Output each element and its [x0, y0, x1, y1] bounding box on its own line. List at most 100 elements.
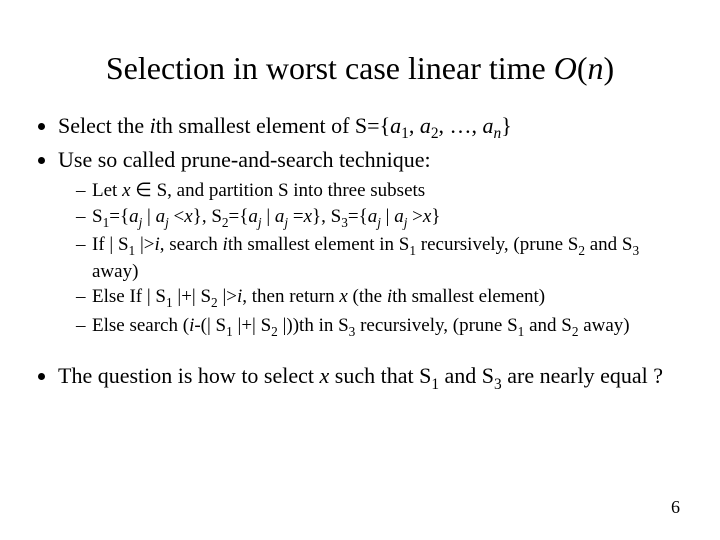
s2-a3: a	[248, 206, 258, 227]
s2-x1: x	[184, 206, 192, 227]
s4-s1: 1	[166, 295, 173, 310]
s3-s1b: 1	[409, 243, 416, 258]
s3-s2: 2	[578, 243, 585, 258]
b1-an: a	[483, 113, 494, 138]
sub-list: Let x ∈ S, and partition S into three su…	[58, 179, 690, 340]
s2-t12: >	[407, 206, 422, 227]
s3-t6: and S	[585, 234, 633, 255]
title-n: n	[587, 50, 603, 86]
page-number: 6	[671, 497, 680, 518]
s2-s1: 1	[103, 215, 110, 230]
title-open: (	[577, 50, 588, 86]
s5-t7: away)	[578, 315, 629, 336]
sub-1: Let x ∈ S, and partition S into three su…	[76, 179, 690, 203]
s2-a1: a	[129, 206, 139, 227]
b1-a2sub: 2	[431, 125, 439, 142]
b1-c2: , …,	[439, 113, 483, 138]
s2-t6: ={	[229, 206, 249, 227]
bullet-1: Select the ith smallest element of S={a1…	[58, 112, 690, 144]
s2-aj1: j	[139, 215, 143, 230]
b1-ansub: n	[494, 125, 502, 142]
s3-t3: , search	[160, 234, 223, 255]
s2-aj2: j	[165, 215, 169, 230]
b3-x: x	[320, 363, 330, 388]
s3-t4: th smallest element in S	[228, 234, 410, 255]
s2-t7: |	[262, 206, 275, 227]
sub-3: If | S1 |>i, search ith smallest element…	[76, 233, 690, 283]
s3-t2: |>	[135, 234, 154, 255]
s5-s2b: 2	[572, 324, 579, 339]
s5-t2: -(| S	[194, 315, 226, 336]
s4-t5: (the	[348, 286, 387, 307]
s2-x2: x	[304, 206, 312, 227]
bullet-list: Select the ith smallest element of S={a1…	[30, 112, 690, 394]
title-close: )	[603, 50, 614, 86]
s5-s2: 2	[271, 324, 278, 339]
title-text: Selection in worst case linear time	[106, 50, 554, 86]
s2-t5: }, S	[193, 206, 222, 227]
s2-t13: }	[431, 206, 440, 227]
s2-aj5: j	[377, 215, 381, 230]
s2-s2: 2	[222, 215, 229, 230]
b3-t1: The question is how to select	[58, 363, 320, 388]
s4-t4: , then return	[242, 286, 339, 307]
s2-t8: =	[288, 206, 303, 227]
s4-t2: |+| S	[173, 286, 211, 307]
s5-t3: |+| S	[233, 315, 271, 336]
s2-aj3: j	[258, 215, 262, 230]
sub-2: S1={aj | aj <x}, S2={aj | aj =x}, S3={aj…	[76, 205, 690, 231]
bullet-2: Use so called prune-and-search technique…	[58, 146, 690, 174]
b3-t3: and S	[439, 363, 494, 388]
sub-4: Else If | S1 |+| S2 |>i, then return x (…	[76, 285, 690, 311]
s5-t6: and S	[524, 315, 572, 336]
b3-t4: are nearly equal ?	[502, 363, 663, 388]
s4-t6: th smallest element)	[392, 286, 545, 307]
s5-s1: 1	[226, 324, 233, 339]
b3-s3: 3	[494, 376, 502, 393]
s2-s3: 3	[341, 215, 348, 230]
s2-a5: a	[368, 206, 378, 227]
b1-end: }	[501, 113, 512, 138]
s2-t10: ={	[348, 206, 368, 227]
spacer	[58, 342, 690, 360]
s5-s3: 3	[349, 324, 356, 339]
s2-a4: a	[275, 206, 285, 227]
sub-5: Else search (i-(| S1 |+| S2 |))th in S3 …	[76, 314, 690, 340]
b3-t2: such that S	[329, 363, 431, 388]
title-O: O	[554, 50, 577, 86]
s1-x: x	[122, 180, 130, 201]
s2-t9: }, S	[312, 206, 341, 227]
bullet-3: The question is how to select x such tha…	[58, 362, 690, 394]
s5-t1: Else search (	[92, 315, 189, 336]
slide-title: Selection in worst case linear time O(n)	[30, 50, 690, 87]
s2-a2: a	[156, 206, 166, 227]
s2-t4: <	[169, 206, 184, 227]
s2-aj6: j	[404, 215, 408, 230]
b1-mid: th smallest element of S={	[156, 113, 390, 138]
slide: Selection in worst case linear time O(n)…	[0, 0, 720, 394]
b1-a1: a	[390, 113, 401, 138]
s3-t1: If | S	[92, 234, 129, 255]
s3-s1: 1	[129, 243, 136, 258]
s2-S: S	[92, 206, 103, 227]
b3-s1: 1	[431, 376, 439, 393]
s1-pre: Let	[92, 180, 122, 201]
s3-t5: recursively, (prune S	[416, 234, 578, 255]
s4-x: x	[339, 286, 347, 307]
b1-a2: a	[420, 113, 431, 138]
s2-aj4: j	[284, 215, 288, 230]
b1-pre: Select the	[58, 113, 150, 138]
s3-s3: 3	[632, 243, 639, 258]
s4-t3: |>	[218, 286, 237, 307]
s5-t5: recursively, (prune S	[355, 315, 517, 336]
s4-t1: Else If | S	[92, 286, 166, 307]
s1-rest: ∈ S, and partition S into three subsets	[131, 180, 426, 201]
b1-a1sub: 1	[401, 125, 409, 142]
s5-t4: |))th in S	[278, 315, 349, 336]
s4-s2: 2	[211, 295, 218, 310]
s2-t11: |	[381, 206, 394, 227]
s2-t3: |	[142, 206, 155, 227]
s3-t7: away)	[92, 261, 138, 282]
s5-s1b: 1	[518, 324, 525, 339]
s2-t2: ={	[109, 206, 129, 227]
